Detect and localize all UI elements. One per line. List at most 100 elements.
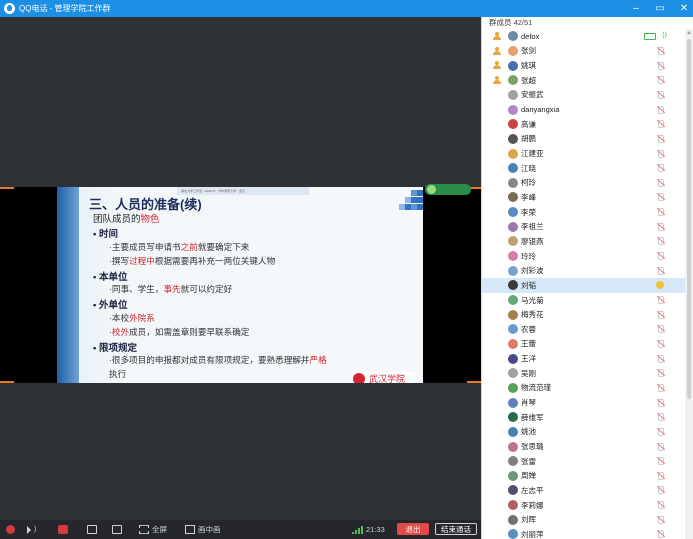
restore-icon[interactable]: ▭ [655, 3, 665, 14]
member-row[interactable]: 李荣 [482, 205, 686, 220]
member-name: 李莉娜 [521, 500, 544, 510]
member-row[interactable]: 王蕾 [482, 337, 686, 352]
avatar [508, 104, 518, 115]
slide-section-title: • 本单位 [93, 271, 128, 283]
member-row[interactable]: 刘彩波 [482, 263, 686, 278]
member-row[interactable]: 姚琪 [482, 58, 686, 73]
admin-icon [493, 32, 501, 40]
mic-muted-icon [656, 442, 664, 451]
mic-muted-icon [656, 134, 664, 143]
member-row[interactable]: 周婵 [482, 469, 686, 484]
mic-toggle-button[interactable] [6, 523, 18, 536]
close-icon[interactable]: ✕ [679, 3, 689, 14]
member-row[interactable]: 柯玲 [482, 176, 686, 191]
window-title: QQ电话 - 管理学院工作群 [19, 4, 111, 13]
scroll-up-icon[interactable] [687, 31, 691, 34]
member-row[interactable]: 江建亚 [482, 146, 686, 161]
member-row[interactable]: 王洋 [482, 351, 686, 366]
minimize-icon[interactable]: – [631, 3, 641, 14]
member-row[interactable]: 张剑 [482, 44, 686, 59]
member-row[interactable]: 胡鹏 [482, 132, 686, 147]
member-row[interactable]: 李峰 [482, 190, 686, 205]
avatar [508, 295, 518, 305]
window-controls: – ▭ ✕ [631, 0, 689, 17]
member-row[interactable]: 姚池 [482, 425, 686, 440]
member-row[interactable]: 肖琴 [482, 395, 686, 410]
member-row[interactable]: 李祖兰 [482, 219, 686, 234]
scrollbar-thumb[interactable] [687, 39, 691, 399]
fullscreen-button[interactable]: 全屏 [139, 523, 167, 536]
pip-button[interactable]: 画中画 [185, 523, 221, 536]
mic-muted-icon [656, 296, 664, 304]
member-name: 农蓉 [521, 324, 536, 334]
member-name: 张雷 [521, 456, 536, 466]
member-name: 廖银燕 [521, 236, 544, 246]
member-row[interactable]: 薛维军 [482, 410, 686, 425]
member-name: 王洋 [521, 354, 536, 364]
end-call-button[interactable]: 结束通话 [435, 523, 477, 535]
member-row[interactable]: 廖银燕 [482, 234, 686, 249]
screen-share[interactable]: 湖北大学工作室 · 2018-07 · 华中师范大学 · 武汉 三、人员的准备(… [0, 187, 481, 383]
avatar [508, 251, 518, 262]
member-row[interactable]: 安振武 [482, 88, 686, 103]
member-row[interactable]: 张超 [482, 73, 686, 88]
member-row[interactable]: 梅秀花 [482, 307, 686, 322]
pip-video-thumbnail[interactable] [425, 184, 471, 195]
camera-off-icon [58, 525, 68, 534]
member-row[interactable]: 左志平 [482, 483, 686, 498]
member-name: 李荣 [521, 207, 536, 217]
member-name: 李峰 [521, 192, 536, 202]
member-row[interactable]: 刘韬 [482, 278, 686, 293]
avatar [508, 500, 518, 511]
mic-muted-icon [656, 398, 664, 407]
member-count-header: 群成员 42/51 [489, 18, 533, 27]
member-list-scrollbar[interactable] [685, 29, 693, 539]
speaker-wave-icon: ) [34, 526, 37, 533]
slide-section-title: • 限项规定 [93, 342, 137, 354]
admin-icon [493, 61, 501, 70]
avatar [508, 368, 518, 379]
mic-muted-icon [656, 413, 664, 422]
member-name: 吴刚 [521, 368, 536, 378]
admin-icon [493, 46, 501, 55]
fullscreen-icon [139, 525, 149, 534]
member-row[interactable]: danyangxia [482, 102, 686, 117]
avatar [508, 75, 518, 86]
member-row[interactable]: 刘丽萍 [482, 527, 686, 539]
mic-muted-icon [656, 76, 664, 85]
speaker-button[interactable]: ) [27, 523, 36, 536]
mic-muted-icon [656, 193, 664, 202]
member-row[interactable]: 张雷 [482, 454, 686, 469]
avatar [508, 514, 518, 525]
member-row[interactable]: 农蓉 [482, 322, 686, 337]
mic-muted-icon [656, 208, 664, 217]
member-row[interactable]: 江晓 [482, 161, 686, 176]
exit-button[interactable]: 退出 [397, 523, 429, 535]
member-row[interactable]: 物流范瑾 [482, 381, 686, 396]
member-row[interactable]: 吴刚 [482, 366, 686, 381]
member-row[interactable]: defox ·)) [482, 29, 686, 44]
member-row[interactable]: 玲玲 [482, 249, 686, 264]
member-row[interactable]: 李莉娜 [482, 498, 686, 513]
screen-share-button[interactable] [87, 523, 100, 536]
member-row[interactable]: 高谦 [482, 117, 686, 132]
camera-toggle-button[interactable] [58, 523, 71, 536]
mic-muted-icon [656, 427, 664, 436]
member-row[interactable]: 马光菊 [482, 293, 686, 308]
member-name: 胡鹏 [521, 134, 536, 144]
mic-active-icon: ·)) [660, 32, 667, 40]
video-area[interactable]: 湖北大学工作室 · 2018-07 · 华中师范大学 · 武汉 三、人员的准备(… [0, 17, 481, 520]
slide-bullet-item: ·同事、学生，事先就可以约定好 [109, 284, 233, 294]
member-row[interactable]: 刘晖 [482, 512, 686, 527]
avatar [508, 148, 518, 159]
presentation-button[interactable] [112, 523, 125, 536]
pip-label: 画中画 [198, 525, 221, 534]
mic-muted-icon [656, 252, 664, 261]
member-row[interactable]: 张思璐 [482, 439, 686, 454]
fullscreen-label: 全屏 [152, 525, 167, 534]
avatar [508, 485, 518, 496]
member-name: 薛维军 [521, 412, 544, 422]
member-name: 柯玲 [521, 178, 536, 188]
mic-muted-icon [656, 46, 664, 55]
member-name: 王蕾 [521, 339, 536, 349]
